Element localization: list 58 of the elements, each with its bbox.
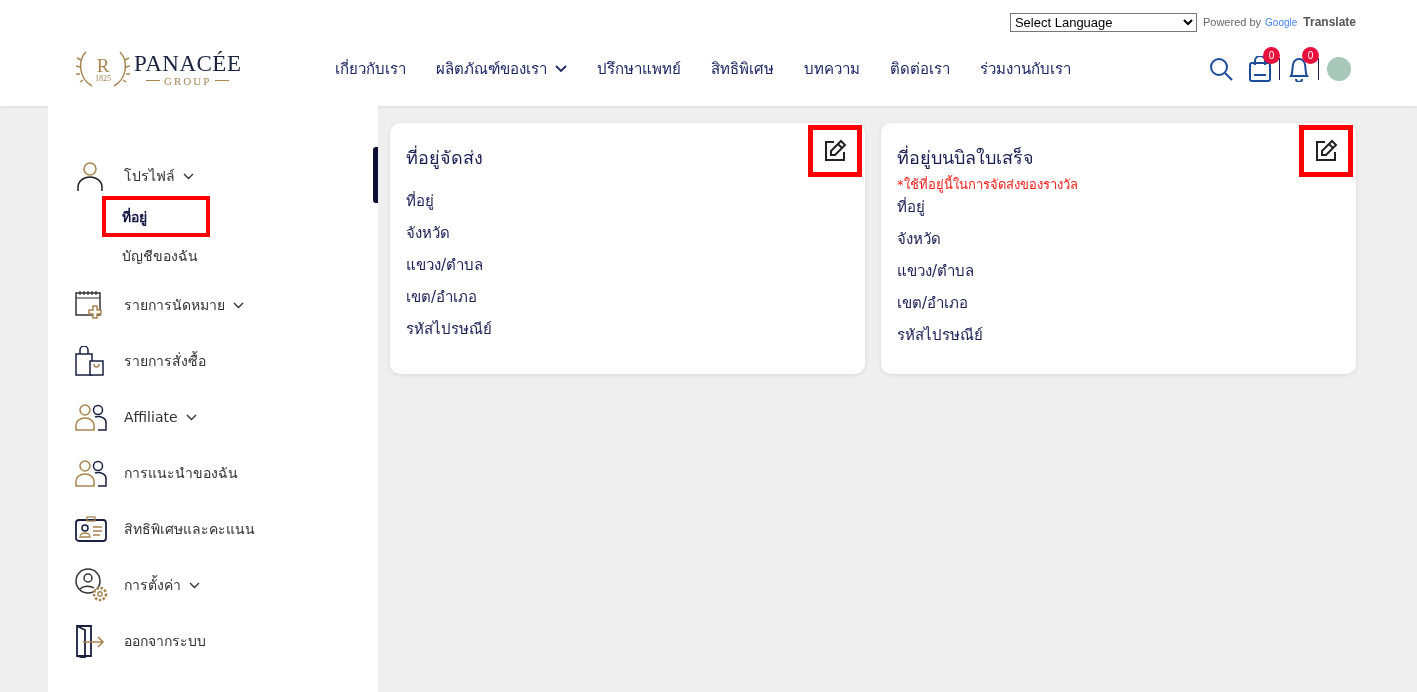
chevron-icon[interactable]	[183, 172, 194, 180]
nav-link[interactable]: ปรึกษาแพทย์	[597, 57, 681, 81]
chevron-icon[interactable]	[233, 301, 244, 309]
language-select[interactable]: Select Language	[1009, 12, 1197, 32]
nav-link[interactable]: สิทธิพิเศษ	[711, 57, 774, 81]
id-card-icon	[75, 516, 107, 542]
field-label: แขวง/ตำบล	[897, 261, 976, 281]
field-label: จังหวัด	[897, 229, 942, 249]
bell-icon[interactable]	[1288, 56, 1310, 82]
door-exit-icon	[75, 624, 105, 658]
field-label: เขต/อำเภอ	[406, 287, 479, 307]
nav-link[interactable]: ร่วมงานกับเรา	[980, 57, 1071, 81]
people-icon	[75, 403, 107, 431]
field-label: รหัสไปรษณีย์	[406, 319, 493, 339]
search-icon[interactable]	[1209, 57, 1233, 81]
laurel-crest-icon	[76, 50, 94, 88]
cart-count-badge: 0	[1263, 47, 1280, 64]
people-icon	[75, 459, 107, 487]
shopping-bags-icon	[75, 346, 105, 376]
sidebar-item[interactable]: รายการนัดหมาย	[124, 294, 225, 316]
nav-link[interactable]: เกี่ยวกับเรา	[335, 57, 406, 81]
nav-link[interactable]: บทความ	[804, 57, 860, 81]
nav-link[interactable]: ผลิตภัณฑ์ของเรา	[436, 57, 567, 81]
shopping-bag-icon[interactable]	[1249, 56, 1271, 82]
sidebar-subitem[interactable]: ที่อยู่	[122, 205, 147, 228]
field-label: ที่อยู่	[897, 196, 926, 217]
logo-monogram: R	[96, 55, 110, 75]
person-icon	[75, 161, 105, 191]
chevron-icon[interactable]	[189, 581, 200, 589]
laurel-crest-icon	[112, 50, 130, 88]
logo-year: 1825	[95, 74, 111, 83]
logo-name: PANACÉE	[134, 51, 242, 75]
field-label: ที่อยู่	[406, 190, 435, 211]
field-label: จังหวัด	[406, 223, 451, 243]
sidebar-item[interactable]: การแนะนำของฉัน	[124, 462, 238, 484]
sidebar-item[interactable]: การตั้งค่า	[124, 574, 181, 596]
user-gear-icon	[75, 568, 109, 602]
chevron-icon[interactable]	[185, 413, 197, 421]
card-title: ที่อยู่บนบิลใบเสร็จ	[897, 144, 1035, 171]
card-note: *ใช้ที่อยู่นี้ในการจัดส่งของรางวัล	[897, 174, 1078, 195]
notification-count-badge: 0	[1302, 47, 1319, 64]
nav-link[interactable]: ติดต่อเรา	[890, 57, 950, 81]
card-title: ที่อยู่จัดส่ง	[406, 144, 483, 171]
field-label: เขต/อำเภอ	[897, 293, 970, 313]
google-logo: Google	[1265, 16, 1298, 28]
field-label: แขวง/ตำบล	[406, 255, 485, 275]
sidebar-item[interactable]: สิทธิพิเศษและคะแนน	[124, 518, 255, 540]
sidebar-item[interactable]: รายการสั่งซื้อ	[124, 350, 206, 372]
field-label: รหัสไปรษณีย์	[897, 325, 984, 345]
powered-by-text: Powered by	[1202, 16, 1262, 28]
sidebar-item[interactable]: ออกจากระบบ	[124, 630, 206, 652]
calendar-plus-icon	[75, 290, 105, 320]
sidebar-item[interactable]: โปรไฟล์	[124, 165, 175, 187]
sidebar-subitem[interactable]: บัญชีของฉัน	[122, 245, 198, 267]
edit-icon[interactable]	[823, 139, 847, 163]
sidebar-item[interactable]: Affiliate	[124, 409, 178, 425]
translate-text: Translate	[1303, 15, 1356, 29]
edit-icon[interactable]	[1314, 139, 1338, 163]
